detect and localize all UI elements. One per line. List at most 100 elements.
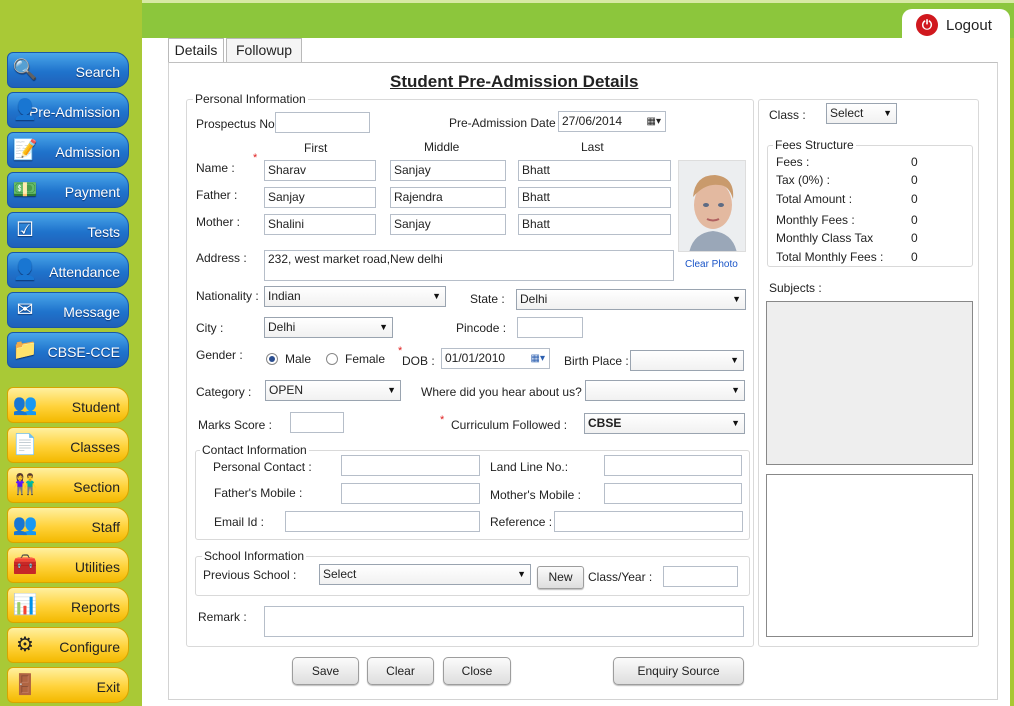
sidebar-item-payment[interactable]: 💵 Payment (7, 172, 129, 208)
mother-mobile-input[interactable] (604, 483, 742, 504)
name-first-input[interactable]: Sharav (264, 160, 376, 181)
father-middle-input[interactable]: Rajendra (390, 187, 506, 208)
clear-photo-link[interactable]: Clear Photo (685, 259, 738, 270)
mother-label: Mother : (196, 215, 241, 229)
name-last-input[interactable]: Bhatt (518, 160, 671, 181)
city-select[interactable]: Delhi (264, 317, 393, 338)
remark-input[interactable] (264, 606, 744, 637)
state-select[interactable]: Delhi (516, 289, 746, 310)
required-marker: * (440, 414, 445, 426)
sidebar-item-cbse-cce[interactable]: 📁 CBSE-CCE (7, 332, 129, 368)
mother-first-input[interactable]: Shalini (264, 214, 376, 235)
gender-female-radio[interactable] (326, 353, 338, 365)
pincode-label: Pincode : (456, 321, 507, 335)
monthly-class-tax-label: Monthly Class Tax (776, 231, 874, 245)
curriculum-select[interactable]: CBSE (584, 413, 745, 434)
reference-label: Reference : (490, 515, 553, 529)
dob-label: DOB : (402, 354, 435, 368)
calendar-icon[interactable]: ▦▾ (647, 112, 661, 131)
birthplace-label: Birth Place : (564, 354, 629, 368)
required-marker: * (253, 152, 258, 164)
column-first-label: First (304, 141, 328, 155)
sidebar-item-pre-admission[interactable]: 👤 Pre-Admission (7, 92, 129, 128)
top-bar (142, 0, 1014, 38)
father-mobile-label: Father's Mobile : (214, 486, 303, 500)
user-icon: 👤 (12, 99, 38, 121)
landline-label: Land Line No.: (490, 460, 569, 474)
address-label: Address : (196, 251, 247, 265)
hear-about-select[interactable] (585, 380, 745, 401)
envelope-icon: ✉ (16, 299, 34, 321)
sidebar-item-tests[interactable]: ☑ Tests (7, 212, 129, 248)
calendar-icon[interactable]: ▦▾ (531, 349, 545, 368)
new-school-button[interactable]: New (537, 566, 584, 589)
birthplace-select[interactable] (630, 350, 744, 371)
previous-school-select[interactable]: Select (319, 564, 531, 585)
father-mobile-input[interactable] (341, 483, 480, 504)
nationality-label: Nationality : (196, 289, 259, 303)
sidebar-item-configure[interactable]: ⚙ Configure (7, 627, 129, 663)
prospectus-label: Prospectus No.: (196, 117, 282, 131)
students-icon: 👥 (12, 394, 38, 416)
mother-middle-input[interactable]: Sanjay (390, 214, 506, 235)
edit-icon: 📝 (12, 139, 38, 161)
column-last-label: Last (581, 140, 604, 154)
sidebar-item-exit[interactable]: 🚪 Exit (7, 667, 129, 703)
dob-input[interactable]: 01/01/2010 ▦▾ (441, 348, 550, 369)
sidebar-item-classes[interactable]: 📄 Classes (7, 427, 129, 463)
category-select[interactable]: OPEN (265, 380, 401, 401)
landline-input[interactable] (604, 455, 742, 476)
save-button[interactable]: Save (292, 657, 359, 685)
gender-male-radio[interactable] (266, 353, 278, 365)
sidebar-item-utilities[interactable]: 🧰 Utilities (7, 547, 129, 583)
pincode-input[interactable] (517, 317, 583, 338)
address-input[interactable]: 232, west market road,New delhi (264, 250, 674, 281)
class-label: Class : (769, 108, 806, 122)
city-label: City : (196, 321, 224, 335)
sidebar-item-staff[interactable]: 👥 Staff (7, 507, 129, 543)
mother-last-input[interactable]: Bhatt (518, 214, 671, 235)
total-amount-label: Total Amount : (776, 192, 853, 206)
class-select[interactable]: Select (826, 103, 897, 124)
exit-icon: 🚪 (12, 674, 38, 696)
sidebar-item-attendance[interactable]: 👤 Attendance (7, 252, 129, 288)
father-last-input[interactable]: Bhatt (518, 187, 671, 208)
reference-input[interactable] (554, 511, 743, 532)
subjects-detail-box[interactable] (766, 474, 973, 637)
name-middle-input[interactable]: Sanjay (390, 160, 506, 181)
nationality-select[interactable]: Indian (264, 286, 446, 307)
personal-info-title: Personal Information (193, 92, 308, 106)
preadmission-date-label: Pre-Admission Date : (449, 116, 563, 130)
father-first-input[interactable]: Sanjay (264, 187, 376, 208)
total-monthly-fees-label: Total Monthly Fees : (776, 250, 884, 264)
preadmission-date-input[interactable]: 27/06/2014 ▦▾ (558, 111, 666, 132)
tab-followup[interactable]: Followup (226, 38, 302, 62)
contact-info-title: Contact Information (200, 443, 309, 457)
tab-details[interactable]: Details (168, 38, 224, 62)
fees-label: Fees : (776, 155, 810, 169)
personal-contact-input[interactable] (341, 455, 480, 476)
logout-button[interactable]: ⏻ Logout (902, 9, 1010, 41)
mother-mobile-label: Mother's Mobile : (490, 488, 581, 502)
sidebar-item-admission[interactable]: 📝 Admission (7, 132, 129, 168)
sidebar-item-reports[interactable]: 📊 Reports (7, 587, 129, 623)
close-button[interactable]: Close (443, 657, 511, 685)
sidebar-item-search[interactable]: 🔍 Search (7, 52, 129, 88)
student-photo[interactable] (678, 160, 746, 252)
monthly-fees-label: Monthly Fees : (776, 213, 855, 227)
father-label: Father : (196, 188, 238, 202)
sidebar-item-message[interactable]: ✉ Message (7, 292, 129, 328)
class-year-input[interactable] (663, 566, 738, 587)
sidebar-item-student[interactable]: 👥 Student (7, 387, 129, 423)
prospectus-input[interactable] (275, 112, 370, 133)
subjects-list[interactable] (766, 301, 973, 465)
enquiry-source-button[interactable]: Enquiry Source (613, 657, 744, 685)
email-label: Email Id : (214, 515, 265, 529)
remark-label: Remark : (198, 610, 247, 624)
sidebar-item-section[interactable]: 👫 Section (7, 467, 129, 503)
email-input[interactable] (285, 511, 480, 532)
total-amount-value: 0 (911, 192, 918, 206)
clear-button[interactable]: Clear (367, 657, 434, 685)
attendance-icon: 👤 (12, 259, 38, 281)
marks-score-input[interactable] (290, 412, 344, 433)
